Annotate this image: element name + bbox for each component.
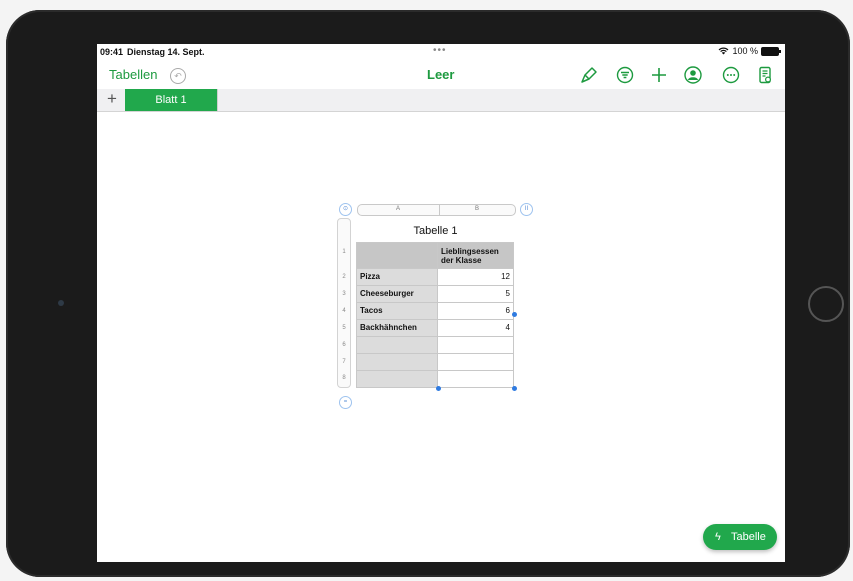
- table-cell[interactable]: [356, 242, 438, 269]
- row-number[interactable]: 6: [338, 342, 350, 348]
- table-cell[interactable]: 5: [438, 286, 514, 303]
- add-icon[interactable]: [649, 65, 669, 85]
- table-cell[interactable]: [438, 337, 514, 354]
- sheet-tab-bar: + Blatt 1: [97, 89, 785, 112]
- column-divider: [439, 205, 440, 215]
- table-title[interactable]: Tabelle 1: [357, 225, 514, 237]
- row-header-bar[interactable]: 1 2 3 4 5 6 7 8: [337, 218, 351, 388]
- table-cell[interactable]: [356, 337, 438, 354]
- camera: [58, 300, 64, 306]
- status-time: 09:41: [100, 47, 124, 57]
- table-cell[interactable]: Cheeseburger: [356, 286, 438, 303]
- tab-blatt-1[interactable]: Blatt 1: [125, 89, 217, 111]
- table-cell[interactable]: Lieblingsessen der Klasse: [438, 242, 514, 269]
- row-number[interactable]: 8: [338, 375, 350, 381]
- row-number[interactable]: 4: [338, 308, 350, 314]
- column-header-bar[interactable]: A B: [357, 204, 516, 216]
- back-to-spreadsheets-link[interactable]: Tabellen: [109, 67, 157, 82]
- column-header-a[interactable]: A: [396, 206, 400, 212]
- wifi-icon: [719, 47, 729, 55]
- table-select-handle[interactable]: ⊙: [339, 203, 352, 216]
- home-button[interactable]: [808, 286, 844, 322]
- table-cell[interactable]: 6: [438, 303, 514, 320]
- table-cell[interactable]: Pizza: [356, 269, 438, 286]
- row-number[interactable]: 2: [338, 274, 350, 280]
- screen: 09:41 Dienstag 14. Sept. ••• 100 % Tabel…: [97, 44, 785, 562]
- document-title[interactable]: Leer: [427, 67, 454, 82]
- battery-percent: 100 %: [732, 46, 758, 56]
- table-cell[interactable]: Tacos: [356, 303, 438, 320]
- row-number[interactable]: 5: [338, 325, 350, 331]
- status-date: Dienstag 14. Sept.: [127, 47, 205, 57]
- table-cell[interactable]: 12: [438, 269, 514, 286]
- table-cell[interactable]: [356, 371, 438, 388]
- sheet-canvas[interactable]: ⊙ A B II 1 2 3 4 5 6 7 8 Tabelle 1 Liebl…: [97, 112, 785, 562]
- more-icon[interactable]: [721, 65, 741, 85]
- status-right: 100 %: [718, 46, 781, 56]
- row-number[interactable]: 1: [338, 249, 350, 255]
- table-cell[interactable]: 4: [438, 320, 514, 337]
- table-cell[interactable]: Backhähnchen: [356, 320, 438, 337]
- row-number[interactable]: 7: [338, 359, 350, 365]
- add-sheet-button[interactable]: +: [102, 89, 122, 111]
- ipad-frame: 09:41 Dienstag 14. Sept. ••• 100 % Tabel…: [6, 10, 850, 577]
- filter-icon[interactable]: [615, 65, 635, 85]
- collaborate-icon[interactable]: [683, 65, 703, 85]
- table-cell[interactable]: [438, 371, 514, 388]
- battery-icon: [761, 46, 781, 56]
- format-brush-icon[interactable]: [579, 65, 599, 85]
- selection-handle[interactable]: [436, 386, 441, 391]
- column-header-b[interactable]: B: [475, 206, 479, 212]
- lightning-icon: ϟ: [715, 531, 721, 543]
- table-cell[interactable]: [356, 354, 438, 371]
- undo-icon[interactable]: ↶: [170, 68, 186, 84]
- status-bar: 09:41 Dienstag 14. Sept. ••• 100 %: [97, 44, 785, 60]
- add-row-handle[interactable]: =: [339, 396, 352, 409]
- selection-handle[interactable]: [512, 312, 517, 317]
- document-icon[interactable]: [755, 65, 775, 85]
- multitasking-dots[interactable]: •••: [433, 45, 447, 56]
- tab-divider: [217, 89, 218, 111]
- add-column-handle[interactable]: II: [520, 203, 533, 216]
- toolbar: Tabellen ↶ Leer: [97, 62, 785, 88]
- table-cell[interactable]: [438, 354, 514, 371]
- add-table-button[interactable]: ϟ Tabelle: [703, 524, 777, 550]
- row-number[interactable]: 3: [338, 291, 350, 297]
- selection-handle[interactable]: [512, 386, 517, 391]
- add-table-label: Tabelle: [731, 531, 766, 543]
